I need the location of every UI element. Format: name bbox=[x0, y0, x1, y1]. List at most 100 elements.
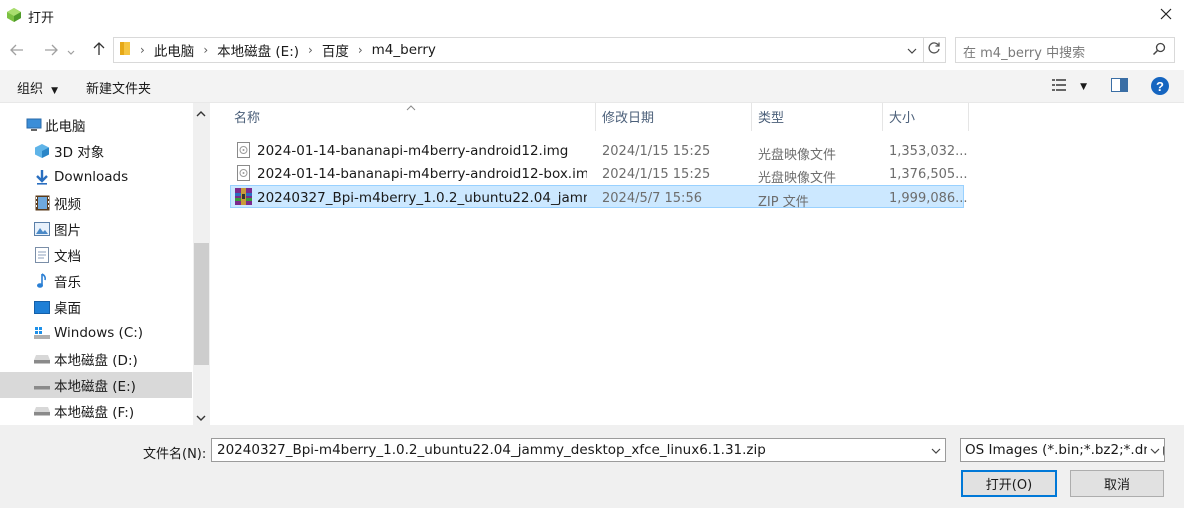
new-folder-button[interactable]: 新建文件夹 bbox=[86, 78, 151, 97]
breadcrumb-separator-icon[interactable]: › bbox=[135, 43, 150, 57]
column-header-size[interactable]: 大小 bbox=[889, 107, 915, 126]
picture-icon bbox=[34, 221, 50, 237]
preview-pane-icon bbox=[1111, 78, 1128, 96]
breadcrumb-separator-icon[interactable]: › bbox=[198, 43, 213, 57]
address-bar[interactable]: › 此电脑 › 本地磁盘 (E:) › 百度 › m4_berry bbox=[113, 37, 924, 63]
view-options-button[interactable]: ▼ bbox=[1052, 78, 1087, 96]
chevron-down-icon bbox=[907, 43, 917, 58]
column-divider[interactable] bbox=[882, 103, 883, 131]
sidebar-scrollbar-thumb[interactable] bbox=[194, 243, 209, 365]
sidebar-item-drive-d[interactable]: 本地磁盘 (D:) bbox=[0, 346, 192, 372]
file-type-filter-value: OS Images (*.bin;*.bz2;*.dmg bbox=[965, 442, 1165, 458]
sidebar-item-drive-f[interactable]: 本地磁盘 (F:) bbox=[0, 398, 192, 424]
sidebar-item-label: 桌面 bbox=[54, 301, 81, 317]
disc-image-icon bbox=[237, 142, 250, 162]
sidebar-item-pictures[interactable]: 图片 bbox=[0, 216, 192, 242]
organize-label: 组织 bbox=[17, 82, 44, 97]
sidebar-item-label: 图片 bbox=[54, 223, 81, 239]
chevron-down-icon bbox=[1150, 443, 1160, 458]
column-divider[interactable] bbox=[968, 103, 969, 131]
sidebar-item-music[interactable]: 音乐 bbox=[0, 268, 192, 294]
navigation-pane: 此电脑 3D 对象 Downloads 视频 图片 文档 音乐 桌面 Windo… bbox=[0, 103, 211, 425]
up-button[interactable] bbox=[88, 40, 110, 62]
sidebar-item-label: Windows (C:) bbox=[54, 325, 144, 341]
sidebar-item-label: 本地磁盘 (D:) bbox=[54, 353, 138, 369]
filename-input[interactable]: 20240327_Bpi-m4berry_1.0.2_ubuntu22.04_j… bbox=[217, 442, 766, 458]
file-size: 1,353,032... bbox=[889, 144, 968, 159]
file-date: 2024/1/15 15:25 bbox=[602, 144, 711, 159]
sidebar-item-drive-e[interactable]: 本地磁盘 (E:) bbox=[0, 372, 192, 398]
filename-dropdown-button[interactable] bbox=[928, 441, 944, 459]
file-row-selected[interactable]: 20240327_Bpi-m4berry_1.0.2_ubuntu22.04_j… bbox=[230, 185, 968, 210]
chevron-down-icon bbox=[931, 443, 941, 458]
details-view-icon bbox=[1052, 79, 1074, 96]
disc-image-icon bbox=[237, 165, 250, 185]
file-type-filter[interactable]: OS Images (*.bin;*.bz2;*.dmg bbox=[960, 438, 1165, 462]
app-icon bbox=[6, 7, 22, 23]
sidebar-item-label: 音乐 bbox=[54, 275, 81, 291]
filter-dropdown-button[interactable] bbox=[1147, 441, 1163, 459]
recent-locations-button[interactable] bbox=[64, 40, 78, 62]
sidebar-item-windows-c[interactable]: Windows (C:) bbox=[0, 320, 192, 346]
column-header-type[interactable]: 类型 bbox=[758, 107, 784, 126]
caret-down-icon: ▼ bbox=[1080, 82, 1088, 92]
download-icon bbox=[34, 169, 50, 185]
breadcrumb: › 此电脑 › 本地磁盘 (E:) › 百度 › m4_berry bbox=[114, 38, 440, 62]
computer-icon bbox=[26, 117, 42, 133]
refresh-icon bbox=[927, 41, 941, 59]
sidebar-item-3d-objects[interactable]: 3D 对象 bbox=[0, 138, 192, 164]
back-button[interactable] bbox=[6, 40, 28, 62]
column-divider[interactable] bbox=[751, 103, 752, 131]
column-header-name[interactable]: 名称 bbox=[234, 107, 260, 126]
breadcrumb-separator-icon[interactable]: › bbox=[353, 43, 368, 57]
organize-button[interactable]: 组织 ▼ bbox=[17, 78, 58, 97]
sidebar-item-this-pc[interactable]: 此电脑 bbox=[0, 112, 192, 138]
music-icon bbox=[34, 273, 50, 289]
scroll-down-icon[interactable] bbox=[196, 411, 206, 426]
sidebar-item-videos[interactable]: 视频 bbox=[0, 190, 192, 216]
filename-combobox[interactable]: 20240327_Bpi-m4berry_1.0.2_ubuntu22.04_j… bbox=[211, 438, 946, 462]
breadcrumb-baidu[interactable]: 百度 bbox=[318, 40, 353, 60]
file-name: 2024-01-14-bananapi-m4berry-android12-bo… bbox=[257, 166, 587, 182]
column-header-date[interactable]: 修改日期 bbox=[602, 107, 654, 126]
document-icon bbox=[34, 247, 50, 263]
search-box[interactable]: 在 m4_berry 中搜索 bbox=[955, 37, 1175, 63]
cancel-button[interactable]: 取消 bbox=[1070, 470, 1164, 497]
sidebar-item-desktop[interactable]: 桌面 bbox=[0, 294, 192, 320]
sidebar-item-label: 3D 对象 bbox=[54, 145, 105, 161]
breadcrumb-separator-icon[interactable]: › bbox=[303, 43, 318, 57]
close-button[interactable] bbox=[1150, 2, 1182, 30]
caret-down-icon: ▼ bbox=[51, 86, 59, 96]
refresh-button[interactable] bbox=[923, 37, 946, 63]
sidebar-item-label: Downloads bbox=[54, 169, 129, 185]
sidebar-item-documents[interactable]: 文档 bbox=[0, 242, 192, 268]
sidebar-item-label: 此电脑 bbox=[45, 119, 86, 135]
help-button[interactable]: ? bbox=[1150, 76, 1170, 100]
file-size: 1,999,086... bbox=[889, 191, 968, 206]
breadcrumb-drive-e[interactable]: 本地磁盘 (E:) bbox=[213, 40, 303, 60]
file-row[interactable]: 2024-01-14-bananapi-m4berry-android12-bo… bbox=[230, 162, 968, 186]
search-input[interactable]: 在 m4_berry 中搜索 bbox=[963, 42, 1085, 61]
open-button[interactable]: 打开(O) bbox=[961, 470, 1057, 497]
file-name: 20240327_Bpi-m4berry_1.0.2_ubuntu22.04_j… bbox=[257, 190, 587, 206]
preview-pane-button[interactable] bbox=[1111, 78, 1128, 96]
chevron-down-icon bbox=[67, 42, 75, 60]
filename-label: 文件名(N): bbox=[143, 447, 207, 462]
folder-icon bbox=[114, 41, 135, 60]
address-dropdown-button[interactable] bbox=[904, 41, 920, 59]
sidebar-item-downloads[interactable]: Downloads bbox=[0, 164, 192, 190]
breadcrumb-m4-berry[interactable]: m4_berry bbox=[368, 42, 440, 58]
column-divider[interactable] bbox=[595, 103, 596, 131]
sort-ascending-icon bbox=[406, 100, 416, 115]
file-row[interactable]: 2024-01-14-bananapi-m4berry-android12.im… bbox=[230, 139, 968, 163]
file-date: 2024/5/7 15:56 bbox=[602, 191, 702, 206]
file-name: 2024-01-14-bananapi-m4berry-android12.im… bbox=[257, 143, 569, 159]
scroll-up-icon[interactable] bbox=[196, 106, 206, 121]
search-icon[interactable] bbox=[1152, 42, 1166, 60]
forward-button[interactable] bbox=[40, 40, 62, 62]
svg-text:?: ? bbox=[1156, 79, 1164, 94]
file-date: 2024/1/15 15:25 bbox=[602, 167, 711, 182]
drive-icon bbox=[34, 403, 50, 419]
breadcrumb-this-pc[interactable]: 此电脑 bbox=[150, 40, 199, 60]
desktop-icon bbox=[34, 299, 50, 315]
